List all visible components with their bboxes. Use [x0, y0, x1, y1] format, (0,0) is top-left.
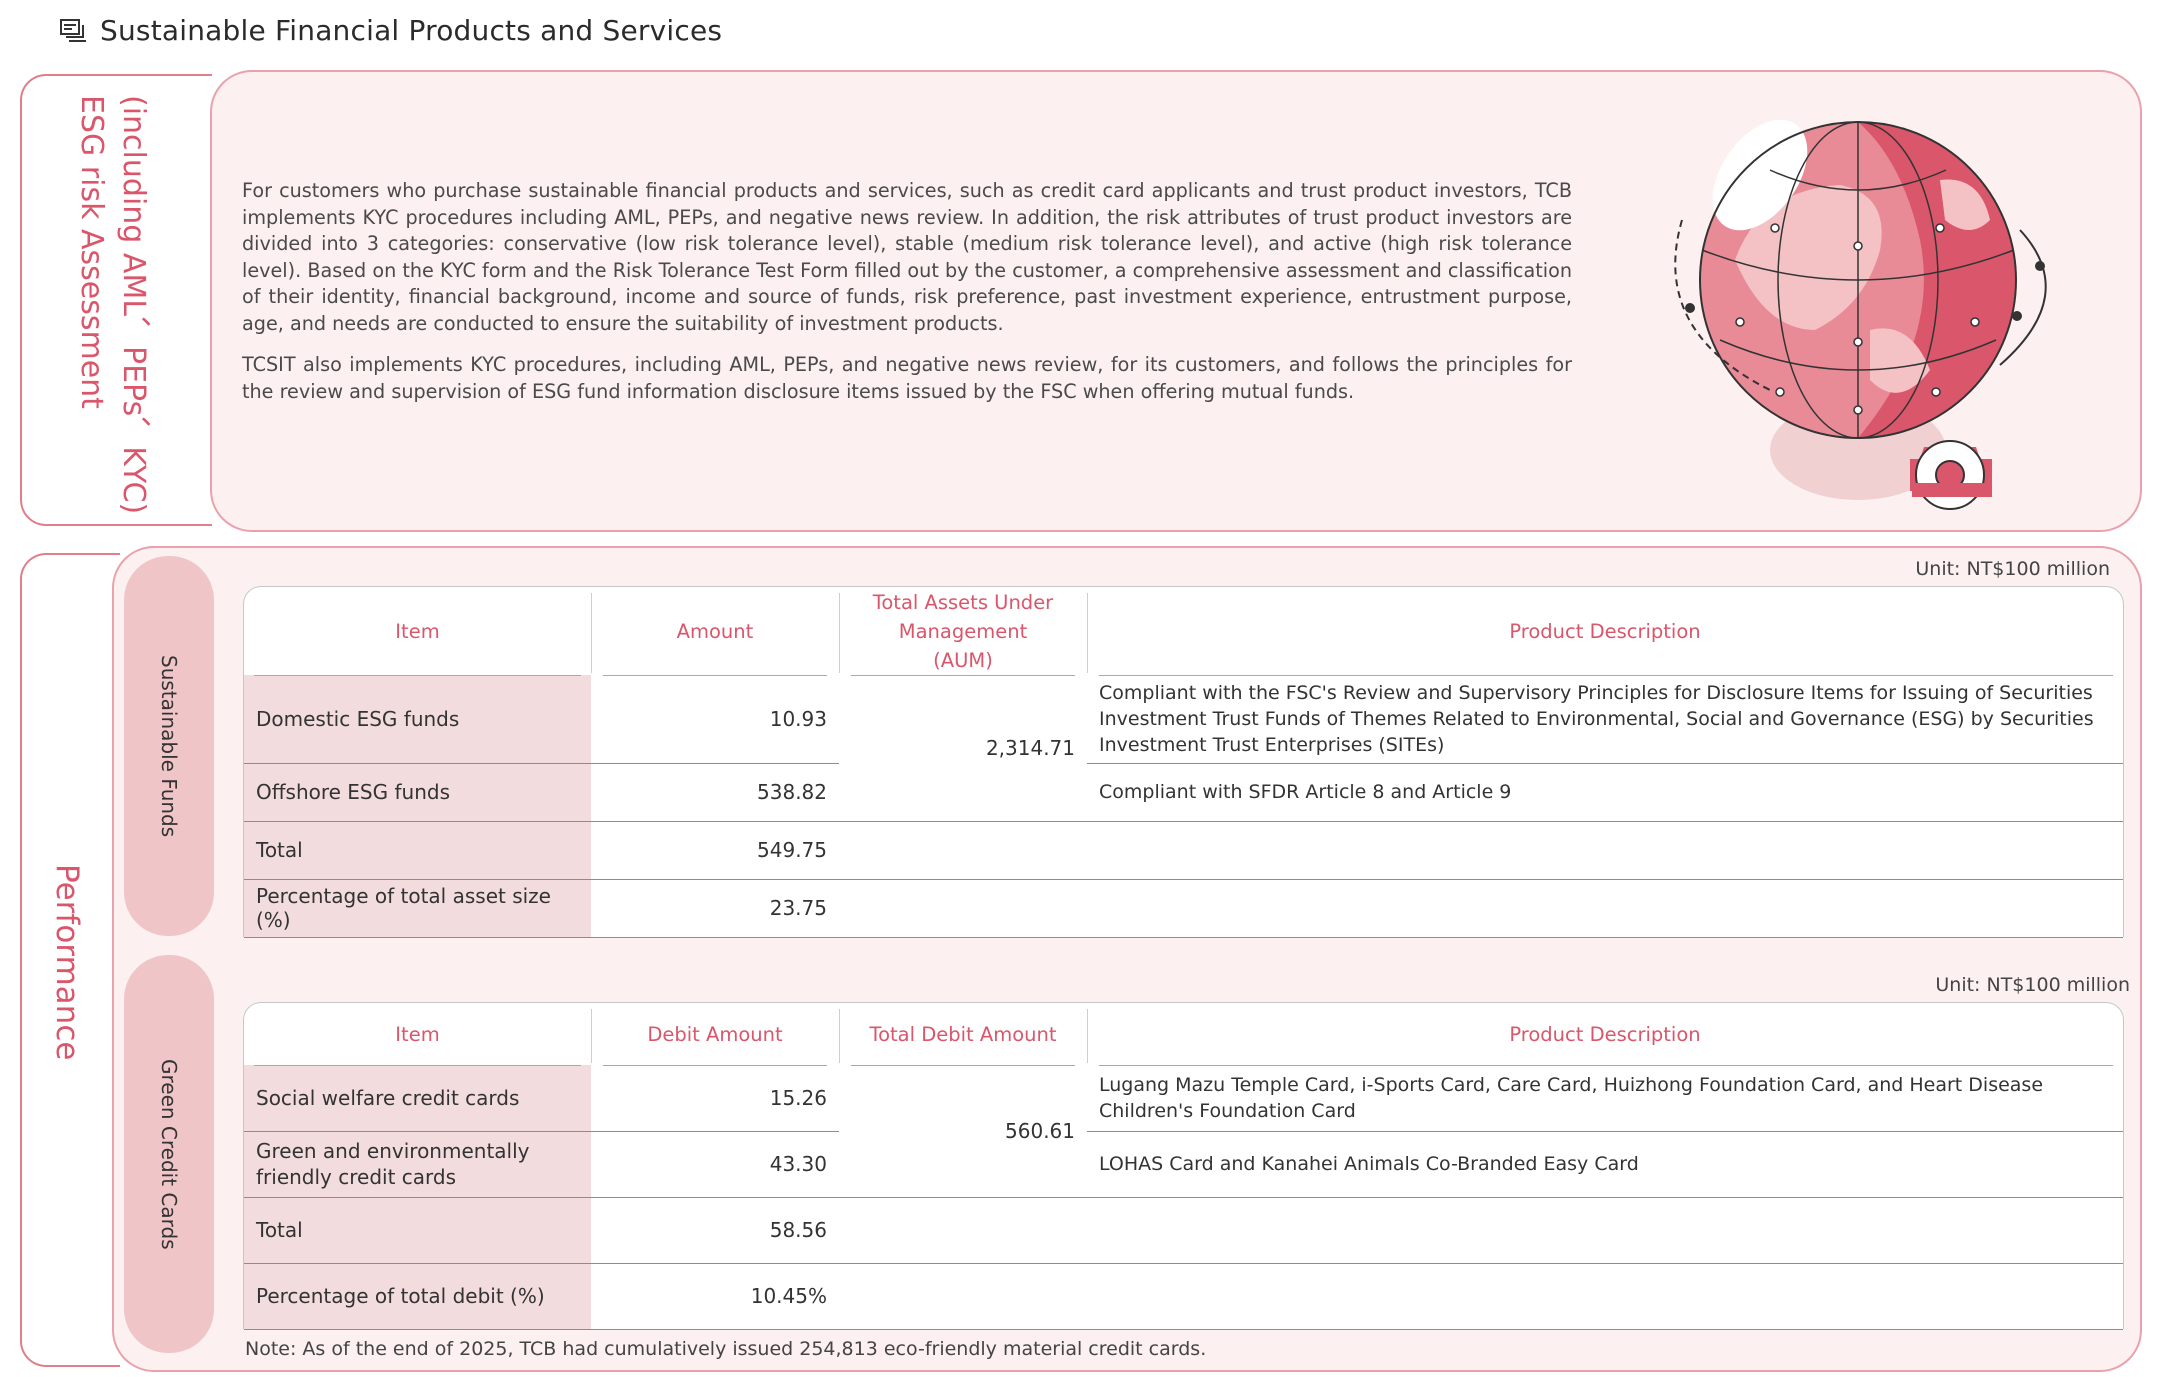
- funds-row4-amount: 23.75: [769, 896, 827, 920]
- cards-header-description: Product Description: [1509, 1022, 1701, 1046]
- funds-row3-amount: 549.75: [757, 838, 827, 862]
- cards-header-item: Item: [395, 1022, 440, 1046]
- cards-row2-amount: 43.30: [769, 1152, 827, 1176]
- cards-header-total-debit: Total Debit Amount: [869, 1022, 1057, 1046]
- document-stack-icon: [60, 18, 86, 42]
- sustainable-funds-pill: Sustainable Funds: [124, 556, 214, 936]
- green-cards-label: Green Credit Cards: [157, 1058, 181, 1250]
- risk-description: For customers who purchase sustainable f…: [242, 178, 1572, 420]
- cards-row1-item: Social welfare credit cards: [256, 1086, 520, 1110]
- risk-section-title: (including AML、PEPs、KYC) ESG risk Assess…: [70, 95, 154, 515]
- funds-header-aum: Total Assets Under Management (AUM): [872, 590, 1054, 672]
- performance-title: Performance: [49, 864, 85, 1061]
- cards-total-debit: 560.61: [1005, 1119, 1075, 1143]
- funds-table: Item Amount Total Assets Under Managemen…: [243, 586, 2124, 938]
- page-title: Sustainable Financial Products and Servi…: [60, 14, 722, 47]
- risk-title-line2: ESG risk Assessment: [74, 95, 109, 409]
- cards-row-divider: [244, 1131, 839, 1132]
- risk-paragraph-2: TCSIT also implements KYC procedures, in…: [242, 353, 1572, 403]
- funds-row2-item: Offshore ESG funds: [256, 780, 450, 804]
- funds-row4-item: Percentage of total asset size (%): [256, 884, 551, 932]
- funds-aum-total: 2,314.71: [985, 736, 1075, 760]
- funds-header-description: Product Description: [1509, 619, 1701, 643]
- funds-row1-description: Compliant with the FSC's Review and Supe…: [1099, 682, 2094, 756]
- funds-row-divider: [244, 763, 839, 764]
- cards-table: Item Debit Amount Total Debit Amount Pro…: [243, 1002, 2124, 1330]
- risk-paragraph-1: For customers who purchase sustainable f…: [242, 179, 1572, 335]
- cards-row4-amount: 10.45%: [750, 1284, 827, 1308]
- page-title-text: Sustainable Financial Products and Servi…: [100, 14, 723, 47]
- cards-row3-amount: 58.56: [769, 1218, 827, 1242]
- sustainable-funds-label: Sustainable Funds: [157, 654, 181, 838]
- cards-row3-item: Total: [256, 1218, 303, 1242]
- cards-row4-item: Percentage of total debit (%): [256, 1284, 545, 1308]
- funds-row2-amount: 538.82: [757, 780, 827, 804]
- funds-unit-label: Unit: NT$100 million: [1915, 558, 2110, 580]
- cards-row2-description: LOHAS Card and Kanahei Animals Co-Brande…: [1099, 1153, 1639, 1175]
- funds-row2-description: Compliant with SFDR Article 8 and Articl…: [1099, 781, 1512, 803]
- funds-header-amount: Amount: [676, 619, 754, 643]
- cards-row2-item: Green and environmentally friendly credi…: [256, 1139, 530, 1189]
- funds-row3-item: Total: [256, 838, 303, 862]
- cards-unit-label: Unit: NT$100 million: [1935, 974, 2130, 996]
- footnote: Note: As of the end of 2025, TCB had cum…: [245, 1338, 1207, 1360]
- risk-title-line1: (including AML、PEPs、KYC): [116, 95, 151, 515]
- funds-header-item: Item: [395, 619, 440, 643]
- funds-row1-item: Domestic ESG funds: [256, 707, 460, 731]
- globe-gear-illustration: [1674, 119, 2047, 510]
- cards-row1-amount: 15.26: [769, 1086, 827, 1110]
- cards-row1-description: Lugang Mazu Temple Card, i-Sports Card, …: [1099, 1074, 2044, 1122]
- cards-header-debit-amount: Debit Amount: [647, 1022, 783, 1046]
- green-cards-pill: Green Credit Cards: [124, 955, 214, 1353]
- funds-row1-amount: 10.93: [769, 707, 827, 731]
